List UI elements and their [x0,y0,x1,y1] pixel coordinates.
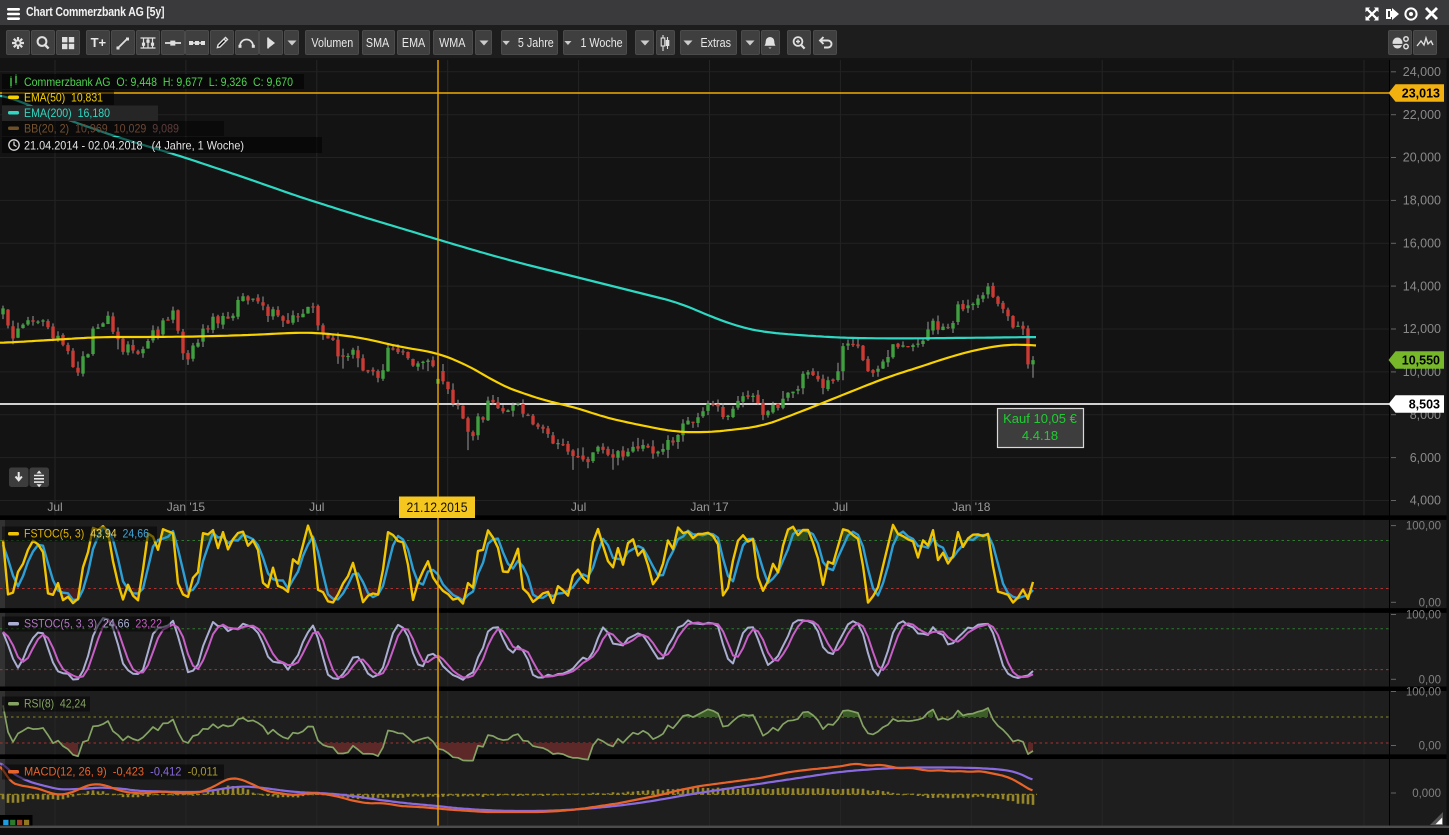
svg-text:Jan '15: Jan '15 [167,500,206,514]
svg-text:24,000: 24,000 [1403,65,1441,79]
svg-text:EMA(200) 16,180: EMA(200) 16,180 [24,106,110,120]
svg-text:20,000: 20,000 [1403,151,1441,165]
svg-text:SSTOC(5, 3, 3) 24,66 23,22: SSTOC(5, 3, 3) 24,66 23,22 [24,617,162,631]
svg-text:100,00: 100,00 [1406,687,1441,699]
svg-text:0,000: 0,000 [1412,788,1441,800]
svg-text:0,00: 0,00 [1419,597,1441,609]
svg-text:RSI(8) 42,24: RSI(8) 42,24 [24,697,86,711]
svg-text:Jul: Jul [571,500,586,514]
svg-text:FSTOC(5, 3) 43,94 24,66: FSTOC(5, 3) 43,94 24,66 [24,527,149,541]
svg-text:Jan '18: Jan '18 [952,500,991,514]
svg-text:Commerzbank AG O: 9,448 H: 9: Commerzbank AG O: 9,448 H: 9,677 L: 9,32… [24,75,293,89]
svg-text:4.4.18: 4.4.18 [1022,428,1058,443]
svg-text:22,000: 22,000 [1403,108,1441,122]
svg-text:MACD(12, 26, 9) -0,423 -0,41: MACD(12, 26, 9) -0,423 -0,412 -0,011 [24,765,218,779]
svg-text:Jul: Jul [309,500,324,514]
svg-text:Jan '17: Jan '17 [690,500,729,514]
svg-text:0,00: 0,00 [1419,741,1441,753]
svg-text:18,000: 18,000 [1403,194,1441,208]
svg-text:100,00: 100,00 [1406,610,1441,622]
svg-text:21.12.2015: 21.12.2015 [407,500,468,515]
svg-text:Jul: Jul [833,500,848,514]
svg-text:100,00: 100,00 [1406,521,1441,533]
svg-text:14,000: 14,000 [1403,279,1441,293]
svg-text:23,013: 23,013 [1402,86,1440,100]
svg-text:EMA(50) 10,831: EMA(50) 10,831 [24,91,103,105]
svg-text:4,000: 4,000 [1410,494,1441,508]
svg-text:21.04.2014 - 02.04.2018 (4 J: 21.04.2014 - 02.04.2018 (4 Jahre, 1 Woch… [24,139,244,153]
svg-text:Kauf 10,05 €: Kauf 10,05 € [1003,411,1077,426]
svg-text:Jul: Jul [47,500,62,514]
svg-text:8,503: 8,503 [1409,397,1440,411]
svg-text:10,550: 10,550 [1402,353,1440,367]
svg-text:16,000: 16,000 [1403,237,1441,251]
svg-text:0,00: 0,00 [1419,674,1441,686]
svg-text:BB(20, 2) 10,969 10,029 9,0: BB(20, 2) 10,969 10,029 9,089 [24,122,179,136]
svg-text:12,000: 12,000 [1403,322,1441,336]
svg-text:6,000: 6,000 [1410,451,1441,465]
